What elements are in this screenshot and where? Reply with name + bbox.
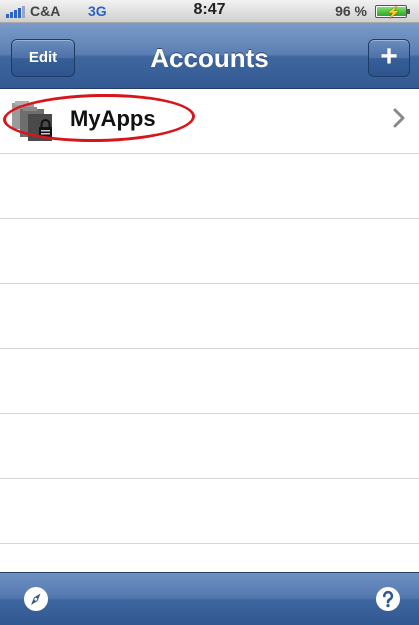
list-row-empty xyxy=(0,414,419,479)
compass-icon[interactable] xyxy=(23,586,49,612)
list-row-empty xyxy=(0,284,419,349)
page-title: Accounts xyxy=(150,43,269,73)
locked-folders-icon xyxy=(12,101,52,141)
status-bar: C&A 3G 8:47 96 % ⚡ xyxy=(0,0,419,23)
account-row-myapps[interactable]: MyApps xyxy=(0,89,419,154)
battery-charging-icon: ⚡ xyxy=(375,5,410,19)
navigation-bar: Edit Accounts + xyxy=(0,23,419,89)
plus-icon: + xyxy=(380,40,398,73)
accounts-list: MyApps xyxy=(0,89,419,572)
chevron-right-icon xyxy=(393,108,405,128)
account-label: MyApps xyxy=(70,106,156,131)
list-row-empty xyxy=(0,349,419,414)
help-question-icon[interactable] xyxy=(375,586,401,612)
list-row-empty xyxy=(0,154,419,219)
list-row-empty xyxy=(0,219,419,284)
add-account-button[interactable]: + xyxy=(368,39,410,77)
list-row-empty xyxy=(0,479,419,544)
phone-screen: C&A 3G 8:47 96 % ⚡ Edit Accounts + MyApp… xyxy=(0,0,419,625)
battery-percent: 96 % xyxy=(335,3,367,19)
bottom-toolbar xyxy=(0,572,419,625)
